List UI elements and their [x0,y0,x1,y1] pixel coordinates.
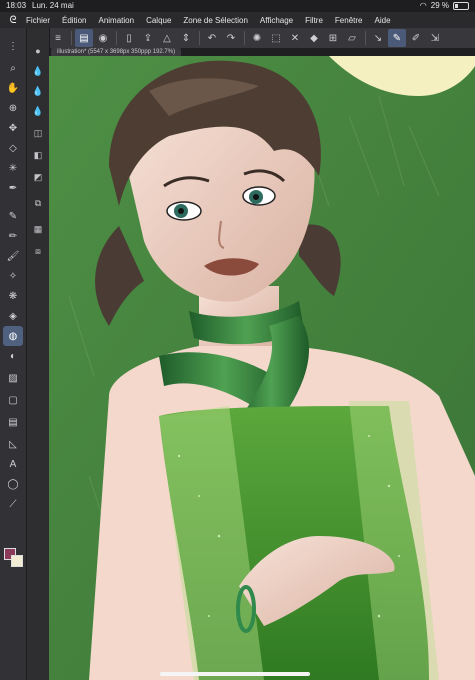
divider [116,31,117,45]
command-bar: ≡ ▤ ◉ ▯ ⇪ △ ⇕ ↶ ↷ ✺ ⬚ ✕ ◆ ⊞ ▱ ↘ ✎ ✐ ⇲ [49,28,475,49]
document-tab[interactable]: illustration* (5547 x 3698px 350ppp 192.… [51,48,182,56]
magic-wand-icon[interactable]: ✳ [3,158,23,178]
balloon-icon[interactable]: ◯ [3,474,23,494]
brush-icon[interactable]: 🖌 [3,246,23,266]
ruler-icon[interactable]: ◺ [3,434,23,454]
deselect-icon[interactable]: ⬚ [267,29,285,47]
menu-fenetre[interactable]: Fenêtre [335,16,363,25]
sub-tool-palette: ● 💧 💧 💧 ◫ ◧ ◩ ⧉ ▦ ⧈ [27,28,50,680]
pencil-icon[interactable]: ✏ [3,226,23,246]
zoom-alt-icon[interactable]: ⊕ [3,98,23,118]
sub-color-swatch[interactable] [11,555,23,567]
sub-tool-grid-icon[interactable]: ▦ [28,220,48,238]
clock: 18:03 [6,1,27,10]
menu-animation[interactable]: Animation [98,16,134,25]
text-icon[interactable]: A [3,454,23,474]
upload-icon[interactable]: ⇪ [139,29,157,47]
sub-tool-palette-icon[interactable]: ◧ [28,146,48,164]
document-tabbar: illustration* (5547 x 3698px 350ppp 192.… [49,48,475,56]
ruler-icon[interactable]: ▱ [343,29,361,47]
menu-calque[interactable]: Calque [146,16,171,25]
blend-icon[interactable]: ◍ [3,326,23,346]
fill-icon[interactable]: △ [158,29,176,47]
fill-icon[interactable]: ◐ [3,346,23,366]
date: Lun. 24 mai [32,1,74,10]
grid-menu-icon[interactable]: ⋮ [3,36,23,56]
pen-active-icon[interactable]: ✎ [388,29,406,47]
airbrush-icon[interactable]: ✧ [3,266,23,286]
pen-icon[interactable]: ✎ [3,206,23,226]
menu-aide[interactable]: Aide [375,16,391,25]
snap-icon[interactable]: ↘ [369,29,387,47]
edit-icon[interactable]: ✐ [407,29,425,47]
sub-tool-droplet-2-icon[interactable]: 💧 [28,82,48,100]
stepper-icon[interactable]: ⇕ [177,29,195,47]
eraser-icon[interactable]: ◈ [3,306,23,326]
transform-icon[interactable]: ⊞ [324,29,342,47]
sub-tool-layers-icon[interactable]: ⧈ [28,242,48,260]
battery-percent: 29 % [430,1,449,10]
divider [71,31,72,45]
menu-filtre[interactable]: Filtre [305,16,323,25]
frame-icon[interactable]: ▤ [3,412,23,432]
fit-icon[interactable]: ⇲ [426,29,444,47]
hand-icon[interactable]: ✋ [3,78,23,98]
brush-size-icon[interactable]: ● [28,42,48,60]
menu-edition[interactable]: Édition [62,16,86,25]
layer-icon[interactable]: ▤ [75,29,93,47]
select-all-icon[interactable]: ✺ [248,29,266,47]
menu-affichage[interactable]: Affichage [260,16,293,25]
redo-icon[interactable]: ↷ [222,29,240,47]
battery-icon [453,1,469,10]
select-icon[interactable]: ◇ [3,138,23,158]
menu-icon[interactable]: ≡ [49,29,67,47]
eyedropper-icon[interactable]: ✒ [3,178,23,198]
new-page-icon[interactable]: ▯ [120,29,138,47]
status-right: ◠ 29 % [420,1,469,10]
move-icon[interactable]: ✥ [3,118,23,138]
clear-icon[interactable]: ✕ [286,29,304,47]
menu-bar: ᘓ Fichier Édition Animation Calque Zone … [0,12,475,29]
home-indicator[interactable] [160,672,310,676]
divider [244,31,245,45]
status-bar: 18:03 Lun. 24 mai ◠ 29 % [0,0,475,12]
illustration-artwork [49,56,475,680]
sub-tool-color-icon[interactable]: ◩ [28,168,48,186]
sub-tool-layer-icon[interactable]: ◫ [28,124,48,142]
divider [365,31,366,45]
undo-icon[interactable]: ↶ [203,29,221,47]
menu-selection[interactable]: Zone de Sélection [183,16,248,25]
figure-icon[interactable]: ▢ [3,390,23,410]
stabilizer-icon[interactable]: ◉ [94,29,112,47]
fill-selection-icon[interactable]: ◆ [305,29,323,47]
divider [199,31,200,45]
app-logo-icon[interactable]: ᘓ [0,12,26,28]
zoom-icon[interactable]: ⌕ [3,58,23,78]
tool-palette: ⋮ ⌕ ✋ ⊕ ✥ ◇ ✳ ✒ ✎ ✏ 🖌 ✧ ❋ ◈ ◍ ◐ ▨ ▢ ▤ ◺ … [0,28,27,680]
menu-fichier[interactable]: Fichier [26,16,50,25]
sub-tool-droplet-icon[interactable]: 💧 [28,62,48,80]
decoration-icon[interactable]: ❋ [3,286,23,306]
correction-icon[interactable]: ⟋ [3,494,23,514]
drawing-canvas[interactable] [49,56,475,680]
sub-tool-stack-icon[interactable]: ⧉ [28,194,48,212]
gradient-icon[interactable]: ▨ [3,368,23,388]
sub-tool-droplet-3-icon[interactable]: 💧 [28,102,48,120]
wifi-icon: ◠ [419,1,427,10]
